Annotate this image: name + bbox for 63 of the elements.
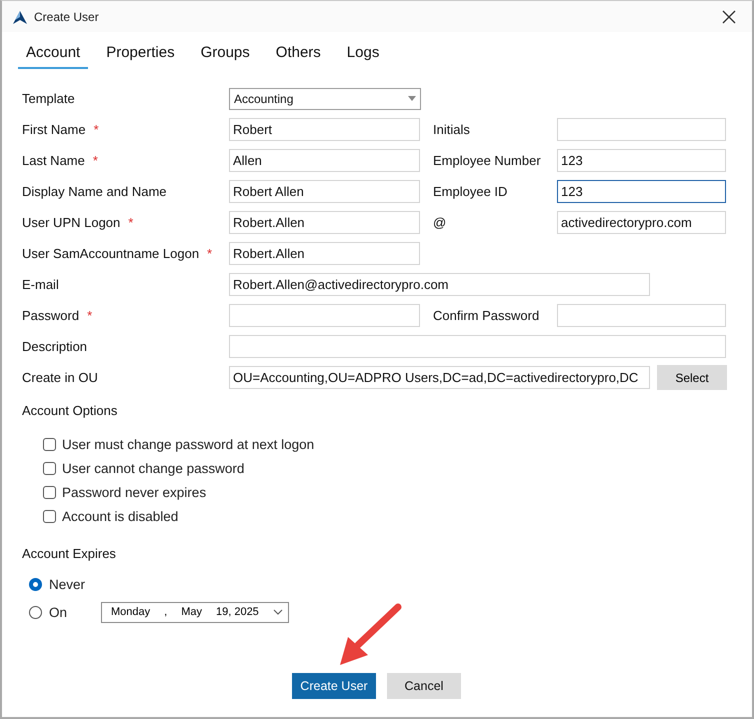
text-field[interactable]: Robert.Allen (229, 211, 420, 234)
field-label: Employee ID (433, 184, 508, 199)
text-field[interactable]: 123 (557, 149, 726, 172)
text-field[interactable]: Allen (229, 149, 420, 172)
text-field[interactable]: Robert.Allen@activedirectorypro.com (229, 273, 650, 296)
field-label: Password (22, 308, 80, 323)
field-label: First Name (22, 122, 86, 137)
checkbox-label: Account is disabled (62, 509, 178, 524)
required-mark: * (92, 153, 98, 168)
text-field[interactable] (557, 118, 726, 141)
text-field[interactable]: Robert (229, 118, 420, 141)
create-user-button[interactable]: Create User (292, 673, 376, 699)
text-field[interactable] (229, 304, 420, 327)
field-label: Display Name and Name (22, 184, 167, 199)
section-title: Account Options (22, 403, 118, 418)
field-label: @ (433, 215, 448, 230)
checkbox-label: Password never expires (62, 485, 206, 500)
cancel-button[interactable]: Cancel (387, 673, 461, 699)
checkbox[interactable] (43, 438, 56, 451)
tab[interactable]: Account (18, 40, 88, 69)
text-field[interactable]: activedirectorypro.com (557, 211, 726, 234)
text-field[interactable]: 123 (557, 180, 726, 203)
required-mark: * (94, 122, 99, 137)
field-label: Last Name (22, 153, 85, 168)
field-label: E-mail (22, 277, 59, 292)
checkbox[interactable] (43, 462, 56, 475)
checkbox-label: User cannot change password (62, 461, 244, 476)
checkbox[interactable] (43, 486, 56, 499)
required-mark: * (87, 308, 92, 323)
text-field[interactable]: OU=Accounting,OU=ADPRO Users,DC=ad,DC=activedirectorypro,DC (229, 366, 650, 389)
text-field[interactable] (557, 304, 726, 327)
field-label: Employee Number (433, 153, 542, 168)
close-icon[interactable] (722, 10, 736, 24)
field-label: Confirm Password (433, 308, 540, 323)
field-label: Initials (433, 122, 471, 137)
required-mark: * (128, 215, 134, 230)
text-field[interactable]: Robert Allen (229, 180, 420, 203)
field-label: Template (22, 91, 75, 106)
tab[interactable]: Logs (338, 40, 388, 69)
section-title: Account Expires (22, 546, 117, 561)
radio-label: Never (49, 576, 86, 592)
field-label: User UPN Logon (22, 215, 120, 230)
text-field[interactable] (229, 335, 726, 358)
field-label: Description (22, 339, 88, 354)
radio-label: On (49, 604, 68, 620)
window-title: Create User (34, 10, 100, 24)
date-picker[interactable]: Monday , May 19, 2025 (101, 602, 289, 622)
radio-button[interactable] (29, 578, 42, 590)
field-label: Create in OU (22, 370, 98, 385)
required-mark: * (207, 246, 212, 261)
select-button[interactable]: Select (657, 365, 727, 390)
text-field[interactable]: Robert.Allen (229, 242, 420, 265)
tab[interactable]: Groups (192, 40, 258, 69)
dropdown-arrow-icon (408, 96, 416, 101)
checkbox-label: User must change password at next logon (62, 437, 314, 452)
chevron-down-icon (273, 609, 283, 615)
tab[interactable]: Properties (98, 40, 183, 69)
field-label: User SamAccountname Logon (22, 246, 200, 261)
tab[interactable]: Others (268, 40, 329, 69)
checkbox[interactable] (43, 510, 56, 523)
template-dropdown[interactable]: Accounting (229, 88, 421, 110)
app-logo-icon (12, 8, 28, 24)
radio-button[interactable] (29, 606, 42, 618)
